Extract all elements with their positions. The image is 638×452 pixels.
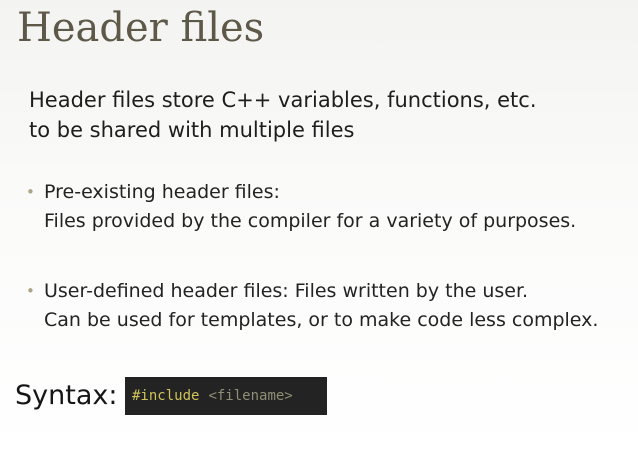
slide-title: Header files	[17, 5, 265, 51]
bullet-text: Pre-existing header files: Files provide…	[44, 178, 576, 236]
bullet-line: User-defined header files: Files written…	[44, 280, 529, 302]
intro-paragraph: Header files store C++ variables, functi…	[29, 85, 629, 145]
bullet-line: Files provided by the compiler for a var…	[44, 210, 577, 232]
code-include-keyword: #include	[132, 388, 200, 404]
bullet-marker: •	[26, 282, 35, 300]
intro-line: Header files store C++ variables, functi…	[29, 88, 537, 112]
bullet-marker: •	[26, 183, 35, 201]
slide: Header files Header files store C++ vari…	[0, 0, 638, 452]
intro-line: to be shared with multiple files	[29, 118, 355, 142]
syntax-label: Syntax:	[15, 380, 118, 411]
bullet-text: User-defined header files: Files written…	[44, 277, 598, 335]
code-snippet: #include <filename>	[125, 377, 327, 415]
bullet-line: Pre-existing header files:	[44, 181, 280, 203]
bullet-line: Can be used for templates, or to make co…	[44, 309, 599, 331]
code-filename-argument: <filename>	[208, 388, 293, 404]
